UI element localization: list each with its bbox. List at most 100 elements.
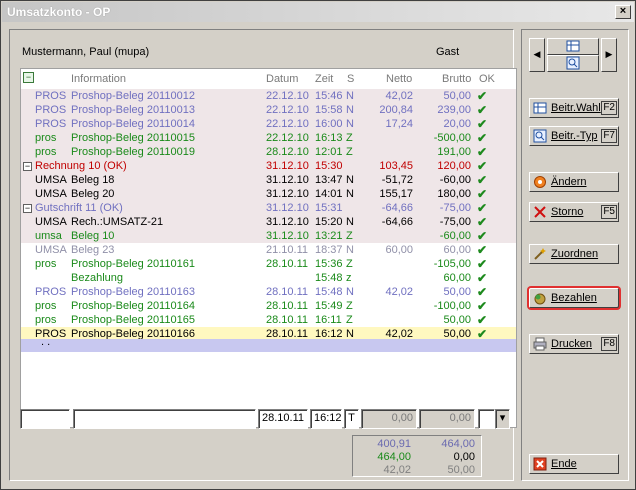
row-zeit: 16:11 — [315, 314, 342, 326]
beitr-typ-nav-icon[interactable] — [547, 55, 599, 72]
row-s: Z — [346, 132, 353, 144]
row-brutto: -75,00 — [439, 216, 471, 228]
row-type: UMSA — [35, 174, 67, 186]
row-s: N — [346, 244, 354, 256]
table-row[interactable]: PROS Proshop-Beleg 20110013 22.12.10 15:58 N… — [21, 103, 516, 117]
table-row[interactable]: pros Proshop-Beleg 20110161 28.10.11 15:36 Z… — [21, 257, 516, 271]
drucken-key: F8 — [601, 337, 617, 351]
col-netto[interactable]: Netto — [386, 73, 412, 87]
collapse-all-icon[interactable]: − — [23, 72, 34, 83]
table-row[interactable]: pros Proshop-Beleg 20110019 28.12.10 12:01 Z… — [21, 145, 516, 159]
total-brutto: 464,00 — [441, 438, 475, 450]
row-zeit: 15:30 — [315, 160, 343, 172]
col-zeit[interactable]: Zeit — [315, 73, 333, 87]
table-row[interactable]: pros Proshop-Beleg 20110015 22.12.10 16:13 Z… — [21, 131, 516, 145]
close-button[interactable]: × — [615, 5, 631, 19]
account-panel: Mustermann, Paul (mupa) Gast − Informati… — [9, 29, 517, 481]
chevron-down-icon[interactable]: ▾ — [495, 409, 510, 429]
beitr-typ-key: F7 — [601, 129, 617, 143]
table-row[interactable]: UMSA Beleg 23 21.10.11 18:37 N 60,00 60,00 ✔ — [21, 243, 516, 257]
row-datum: 31.12.10 — [266, 216, 309, 228]
previous-icon[interactable]: ◀ — [529, 38, 545, 72]
ok-input[interactable] — [478, 409, 495, 429]
money-bag-icon — [534, 293, 546, 305]
brutto-input[interactable]: 0,00 — [419, 409, 475, 429]
transaction-list[interactable]: − Information Datum Zeit S Netto Brutto … — [20, 68, 517, 428]
table-row[interactable]: Bezahlung 15:48 z 60,00 ✔ — [21, 271, 516, 285]
row-brutto: -105,00 — [433, 258, 471, 270]
storno-button[interactable]: Storno F5 — [529, 202, 619, 222]
zeit-input[interactable]: 16:12 — [310, 409, 342, 429]
table-row[interactable]: pros Proshop-Beleg 20110164 28.10.11 15:49 Z… — [21, 299, 516, 313]
row-type: umsa — [35, 230, 62, 242]
information-input[interactable] — [73, 409, 256, 429]
type-input[interactable] — [20, 409, 70, 429]
table-row[interactable]: UMSA Beleg 18 31.12.10 13:47 N -51,72 -60,00 ✔ — [21, 173, 516, 187]
row-brutto: 191,00 — [437, 146, 471, 158]
group-title: Rechnung 10 (OK) — [35, 160, 127, 172]
title-bar: Umsatzkonto - OP × — [2, 2, 634, 22]
row-datum: 31.12.10 — [266, 174, 309, 186]
row-netto: 60,00 — [385, 244, 413, 256]
row-information: Proshop-Beleg 20110163 — [71, 286, 195, 298]
row-type: pros — [35, 314, 57, 326]
row-type: pros — [35, 300, 57, 312]
table-row[interactable]: PROS Proshop-Beleg 20110012 22.12.10 15:46 N… — [21, 89, 516, 103]
row-datum: 31.12.10 — [266, 188, 309, 200]
row-s: N — [346, 104, 354, 116]
collapse-icon[interactable]: − — [23, 162, 32, 171]
ende-button[interactable]: Ende — [529, 454, 619, 474]
row-information: Proshop-Beleg 20110165 — [71, 314, 195, 326]
row-datum: 28.10.11 — [266, 314, 309, 326]
row-datum: 22.12.10 — [266, 104, 309, 116]
col-datum[interactable]: Datum — [266, 73, 298, 87]
table-row[interactable]: PROS Proshop-Beleg 20110014 22.12.10 16:00 N… — [21, 117, 516, 131]
new-entry-row[interactable]: . . — [21, 336, 516, 352]
collapse-icon[interactable]: − — [23, 204, 32, 213]
check-icon: ✔ — [477, 201, 488, 215]
aendern-button[interactable]: Ändern — [529, 172, 619, 192]
table-row[interactable]: pros Proshop-Beleg 20110165 28.10.11 16:11 Z… — [21, 313, 516, 327]
table-row[interactable]: UMSA Rech.:UMSATZ-21 31.12.10 15:20 N -64,66 -… — [21, 215, 516, 229]
row-zeit: 16:00 — [315, 118, 343, 130]
row-zeit: 13:21 — [315, 230, 343, 242]
row-brutto: 120,00 — [437, 160, 471, 172]
group-row[interactable]: − Gutschrift 11 (OK) 31.12.10 15:31 -64,66 -7… — [21, 201, 516, 215]
button-panel: ◀ ▶ Beitr.Wahl F2 Beitr.-Typ F7 Ändern S… — [521, 29, 629, 481]
row-netto: -51,72 — [381, 174, 413, 186]
check-icon: ✔ — [477, 131, 488, 145]
row-brutto: 50,00 — [443, 286, 471, 298]
datum-input[interactable]: 28.10.11 — [258, 409, 308, 429]
table-row[interactable]: UMSA Beleg 20 31.12.10 14:01 N 155,17 180,00 ✔ — [21, 187, 516, 201]
col-brutto[interactable]: Brutto — [442, 73, 471, 87]
col-s[interactable]: S — [347, 73, 354, 87]
row-zeit: 15:31 — [315, 202, 343, 214]
bezahlen-label: Bezahlen — [551, 292, 597, 304]
beitr-typ-button[interactable]: Beitr.-Typ F7 — [529, 126, 619, 146]
printer-icon — [533, 337, 547, 351]
zuordnen-button[interactable]: Zuordnen — [529, 244, 619, 264]
check-icon: ✔ — [477, 103, 488, 117]
beitr-wahl-label: Beitr.Wahl — [551, 102, 601, 114]
table-row[interactable]: umsa Beleg 10 31.12.10 13:21 Z -60,00 ✔ — [21, 229, 516, 243]
zuordnen-label: Zuordnen — [551, 248, 599, 260]
row-type: UMSA — [35, 216, 67, 228]
row-datum: 22.12.10 — [266, 118, 309, 130]
row-s: N — [346, 286, 354, 298]
s-input[interactable]: T — [344, 409, 359, 429]
check-icon: ✔ — [477, 243, 488, 257]
table-row[interactable]: PROS Proshop-Beleg 20110163 28.10.11 15:48 N… — [21, 285, 516, 299]
row-zeit: 15:49 — [315, 300, 343, 312]
next-icon[interactable]: ▶ — [601, 38, 617, 72]
row-datum: 28.10.11 — [266, 258, 309, 270]
col-information[interactable]: Information — [71, 73, 126, 87]
col-ok[interactable]: OK — [479, 73, 495, 87]
exit-icon — [533, 457, 547, 471]
beitr-wahl-button[interactable]: Beitr.Wahl F2 — [529, 98, 619, 118]
drucken-button[interactable]: Drucken F8 — [529, 334, 619, 354]
netto-input[interactable]: 0,00 — [361, 409, 417, 429]
row-s: Z — [346, 258, 353, 270]
group-row[interactable]: − Rechnung 10 (OK) 31.12.10 15:30 103,45 120,… — [21, 159, 516, 173]
bezahlen-button[interactable]: Bezahlen — [529, 288, 619, 308]
beitr-wahl-nav-icon[interactable] — [547, 38, 599, 55]
